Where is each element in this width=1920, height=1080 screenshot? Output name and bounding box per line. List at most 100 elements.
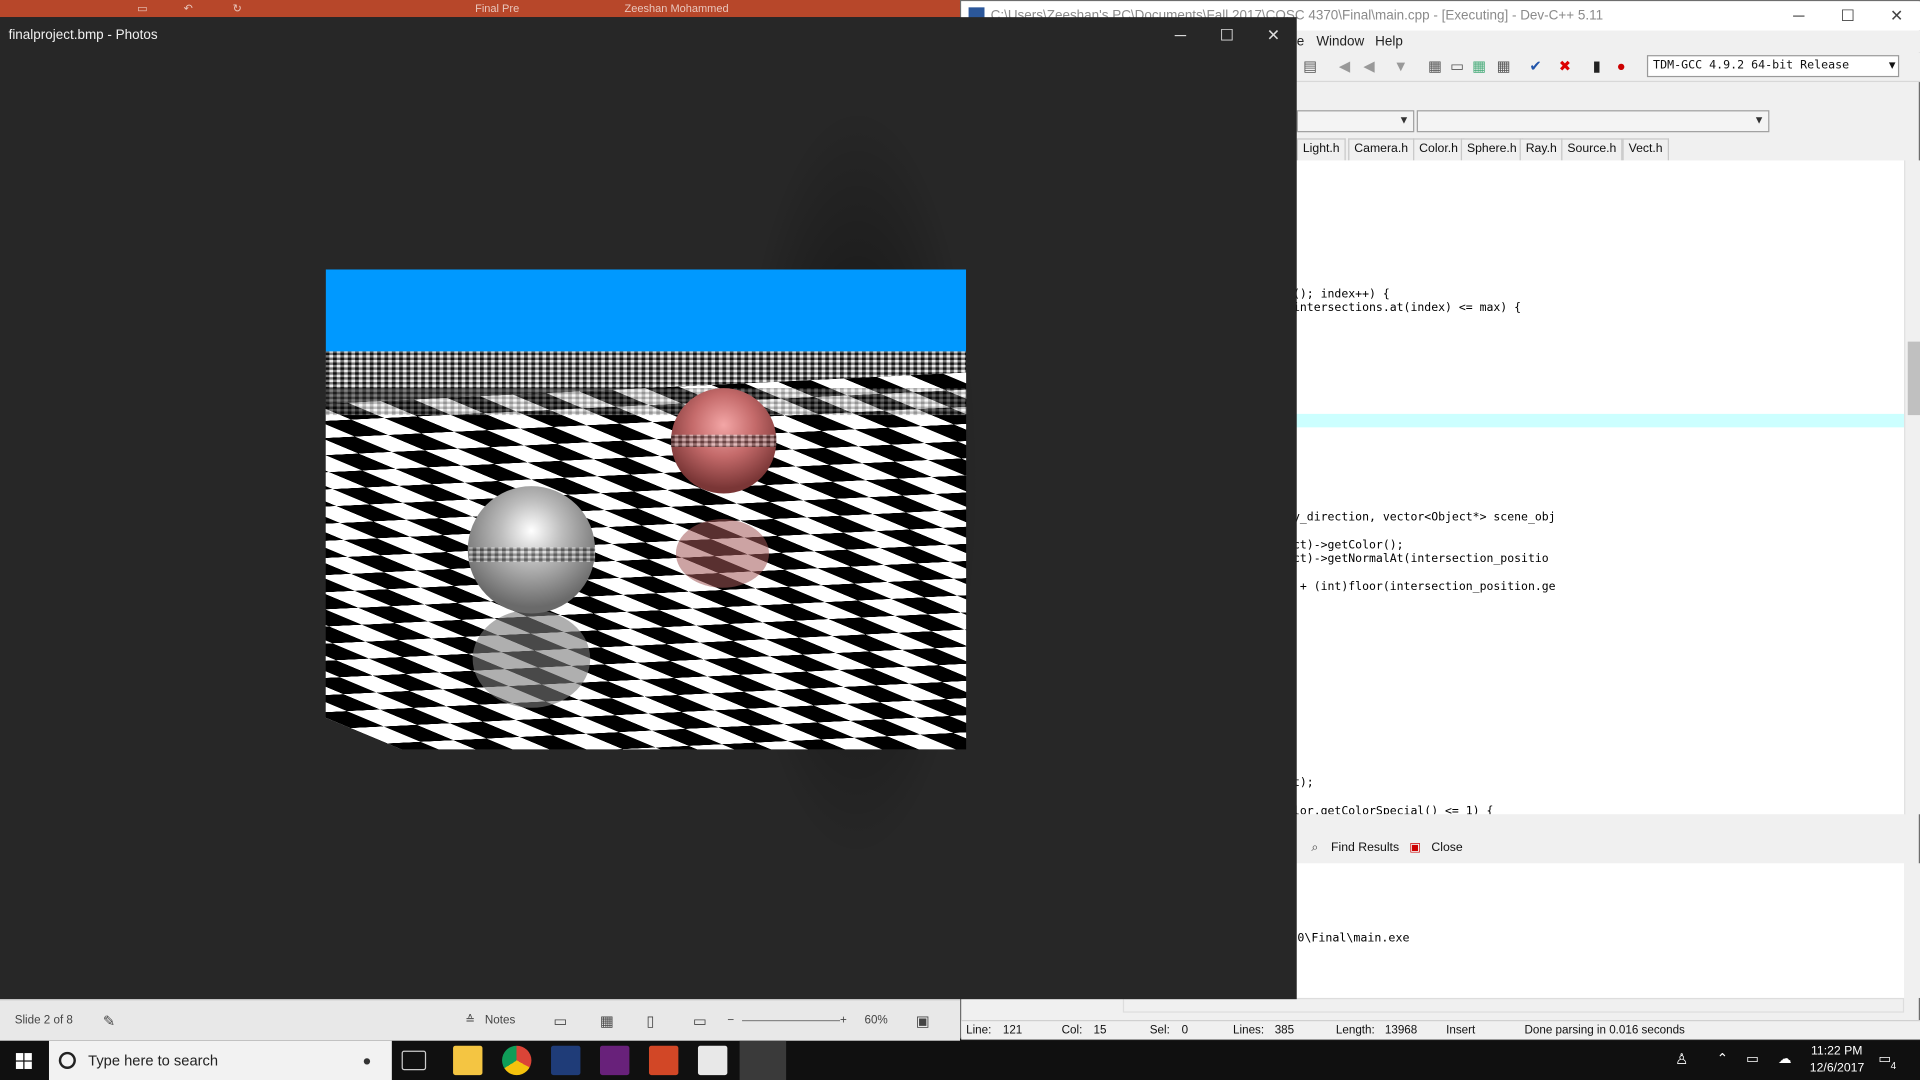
battery-icon[interactable]: ▭ (1746, 1051, 1759, 1067)
task-view-icon[interactable] (401, 1050, 427, 1071)
close-button[interactable]: ✕ (1872, 1, 1920, 30)
file-tab[interactable]: Ray.h (1519, 138, 1563, 161)
maximize-button[interactable]: ☐ (1823, 1, 1872, 30)
file-tab[interactable]: Vect.h (1622, 138, 1669, 161)
redo-icon[interactable]: ↻ (233, 0, 242, 17)
zoom-slider[interactable] (742, 1020, 841, 1022)
notifications-icon[interactable]: ▭ (1878, 1051, 1891, 1067)
normal-view-icon[interactable]: ▭ (553, 1000, 567, 1042)
menu-partial[interactable]: e (1297, 31, 1305, 53)
search-placeholder: Type here to search (88, 1051, 219, 1069)
chrome-icon[interactable] (502, 1045, 532, 1076)
class-browser-icon[interactable]: ▦ (1471, 58, 1488, 75)
grid-icon[interactable]: ▦ (1427, 58, 1444, 75)
tab-find-results[interactable]: Find Results (1331, 836, 1399, 860)
file-tab[interactable]: Camera.h (1348, 138, 1415, 161)
class-combo[interactable]: ▼ (1296, 110, 1415, 133)
ppt-toolbar-icon[interactable]: ▭ (137, 0, 147, 17)
notes-icon[interactable]: ≙ (465, 1000, 475, 1042)
ppt-status-bar: Slide 2 of 8 ✎ ≙ Notes ▭ ▦ ▯ ▭ − + 60% ▣ (0, 999, 961, 1042)
status-sel-value: 0 (1181, 1023, 1189, 1038)
chart-icon[interactable]: ▮ (1588, 58, 1605, 75)
powerpoint-icon[interactable] (648, 1045, 679, 1076)
layout-icon[interactable]: ▦ (1495, 58, 1512, 75)
find-results-icon: ⌕ (1311, 841, 1319, 855)
windows-start-icon[interactable] (0, 1041, 49, 1080)
window-icon[interactable]: ▭ (1449, 58, 1466, 75)
slide-sorter-icon[interactable]: ▦ (600, 1000, 614, 1042)
clock[interactable]: 11:22 PM 12/6/2017 (1810, 1043, 1864, 1077)
bookmark-icon[interactable]: ▼ (1392, 58, 1409, 75)
microphone-icon[interactable]: ● (362, 1041, 371, 1080)
status-mode: Insert (1446, 1023, 1476, 1038)
status-length-label: Length: (1335, 1023, 1375, 1038)
stop-icon[interactable]: ✖ (1556, 58, 1573, 75)
cloud-icon[interactable]: ☁ (1778, 1051, 1791, 1067)
notes-edit-icon[interactable]: ✎ (103, 1000, 115, 1042)
profile-icon[interactable]: ● (1613, 58, 1630, 75)
file-tab[interactable]: Color.h (1413, 138, 1465, 161)
close-button[interactable]: ✕ (1251, 17, 1295, 54)
people-icon[interactable]: ♙ (1675, 1051, 1688, 1068)
status-parse: Done parsing in 0.016 seconds (1524, 1023, 1685, 1038)
red-sphere-reflection (675, 519, 769, 588)
photos-window: finalproject.bmp - Photos ─ ☐ ✕ (0, 17, 1297, 1000)
cortana-icon (58, 1051, 76, 1069)
visual-studio-icon[interactable] (600, 1045, 630, 1076)
terminal-icon[interactable] (697, 1045, 728, 1076)
status-col-label: Col: (1061, 1023, 1083, 1038)
slide-counter: Slide 2 of 8 (14, 1013, 73, 1028)
menu-help[interactable]: Help (1375, 31, 1403, 53)
log-horizontal-scrollbar[interactable] (1122, 997, 1905, 1013)
undo-icon[interactable]: ◀ (1336, 58, 1353, 75)
raytraced-image (325, 269, 967, 750)
member-combo[interactable]: ▼ (1416, 110, 1770, 133)
tab-close[interactable]: Close (1431, 836, 1462, 860)
file-explorer-icon[interactable] (453, 1045, 483, 1076)
slideshow-icon[interactable]: ▭ (693, 1000, 707, 1042)
save-icon[interactable]: ▤ (1302, 58, 1319, 75)
notes-button[interactable]: Notes (485, 1000, 515, 1042)
chevron-up-icon[interactable]: ⌃ (1717, 1051, 1728, 1067)
clock-time: 11:22 PM (1810, 1044, 1863, 1058)
compiler-select[interactable]: TDM-GCC 4.9.2 64-bit Release ▼ (1646, 55, 1900, 78)
log-vertical-scrollbar[interactable] (1904, 863, 1920, 998)
red-sphere-band (671, 434, 777, 447)
undo-icon[interactable]: ↶ (184, 0, 193, 17)
photos-taskbar-icon[interactable] (739, 1040, 787, 1080)
sky (325, 269, 967, 352)
minimize-button[interactable]: ─ (1158, 17, 1202, 54)
maximize-button[interactable]: ☐ (1205, 17, 1249, 54)
chevron-down-icon: ▼ (1398, 113, 1410, 127)
photos-title: finalproject.bmp - Photos (8, 28, 158, 43)
fit-window-icon[interactable]: ▣ (916, 1000, 930, 1042)
file-tab[interactable]: Light.h (1296, 138, 1346, 161)
check-icon[interactable]: ✔ (1527, 58, 1544, 75)
file-tab[interactable]: Sphere.h (1460, 138, 1523, 161)
redo-icon[interactable]: ◀ (1360, 58, 1377, 75)
ppt-user: Zeeshan Mohammed (624, 2, 729, 15)
silver-sphere-band (468, 547, 596, 563)
file-tab[interactable]: Source.h (1561, 138, 1623, 161)
ppt-title: Final Pre (475, 2, 520, 15)
reading-view-icon[interactable]: ▯ (647, 1000, 655, 1042)
zoom-out-icon[interactable]: − (727, 1000, 734, 1042)
zoom-in-icon[interactable]: + (840, 1000, 847, 1042)
status-length-value: 13968 (1384, 1023, 1418, 1038)
photos-titlebar[interactable]: finalproject.bmp - Photos ─ ☐ ✕ (0, 17, 1297, 54)
notifications-count: 4 (1890, 1060, 1897, 1072)
chevron-down-icon: ▼ (1753, 113, 1765, 127)
status-line-value: 121 (1002, 1023, 1023, 1038)
status-line-label: Line: (966, 1023, 992, 1038)
devcpp-taskbar-icon[interactable] (551, 1045, 581, 1076)
editor-vertical-scrollbar[interactable] (1904, 160, 1920, 815)
powerpoint-titlebar: ▭ ↶ ↻ Final Pre Zeeshan Mohammed (0, 0, 961, 18)
zoom-level[interactable]: 60% (864, 1000, 887, 1042)
scrollbar-thumb[interactable] (1907, 341, 1920, 416)
close-icon[interactable]: ▣ (1409, 836, 1421, 860)
compiler-value: TDM-GCC 4.9.2 64-bit Release (1653, 58, 1850, 73)
minimize-button[interactable]: ─ (1774, 1, 1823, 30)
menu-window[interactable]: Window (1316, 31, 1364, 53)
chevron-down-icon: ▼ (1888, 60, 1896, 73)
search-box[interactable]: Type here to search ● (48, 1040, 392, 1080)
